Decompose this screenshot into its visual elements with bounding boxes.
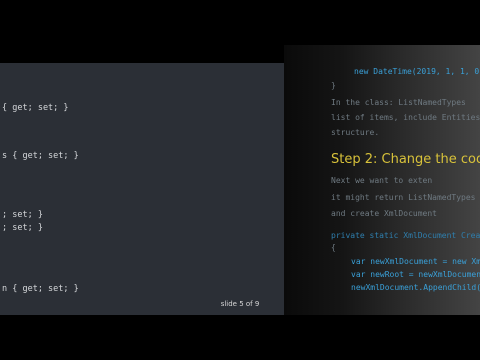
code-line-text: ; set; } (2, 223, 43, 233)
doc-line: list of items, include Entities (331, 113, 480, 122)
doc-line: and create XmlDocument (331, 209, 437, 218)
code-line: { get; set; } (2, 103, 69, 113)
doc-line: In the class: ListNamedTypes (331, 98, 466, 107)
doc-line: new DateTime(2019, 1, 1, 0 (354, 67, 480, 76)
code-line-text: s { get; set; } (2, 151, 79, 161)
doc-line: { (331, 243, 336, 252)
doc-line: private static XmlDocument Crea (331, 231, 480, 240)
code-line: ; set; } (2, 210, 43, 220)
doc-line: it might return ListNamedTypes (331, 193, 476, 202)
code-editor-panel: { get; set; } s { get; set; } ; set; } ;… (0, 63, 285, 315)
slide-counter: slide 5 of 9 (220, 300, 260, 308)
code-line-text: n { get; set; } (2, 284, 79, 294)
code-line: ; set; } (2, 223, 43, 233)
doc-line: var newXmlDocument = new XmlDo (351, 257, 480, 266)
section-heading: Step 2: Change the code to (331, 152, 480, 167)
doc-line: Next we want to exten (331, 176, 433, 185)
doc-line: structure. (331, 128, 380, 137)
code-line: n { get; set; } (2, 284, 79, 294)
top-letterbox (0, 0, 480, 45)
doc-line: } (331, 81, 336, 90)
code-line: s { get; set; } (2, 151, 79, 161)
bottom-letterbox (0, 315, 480, 360)
video-frame[interactable]: { get; set; } s { get; set; } ; set; } ;… (0, 45, 480, 315)
doc-line: newXmlDocument.AppendChild( (351, 283, 480, 292)
doc-line: var newRoot = newXmlDocument. (351, 270, 480, 279)
code-line-text: { get; set; } (2, 103, 69, 113)
code-line-text: ; set; } (2, 210, 43, 220)
document-panel: new DateTime(2019, 1, 1, 0 } In the clas… (284, 45, 480, 315)
